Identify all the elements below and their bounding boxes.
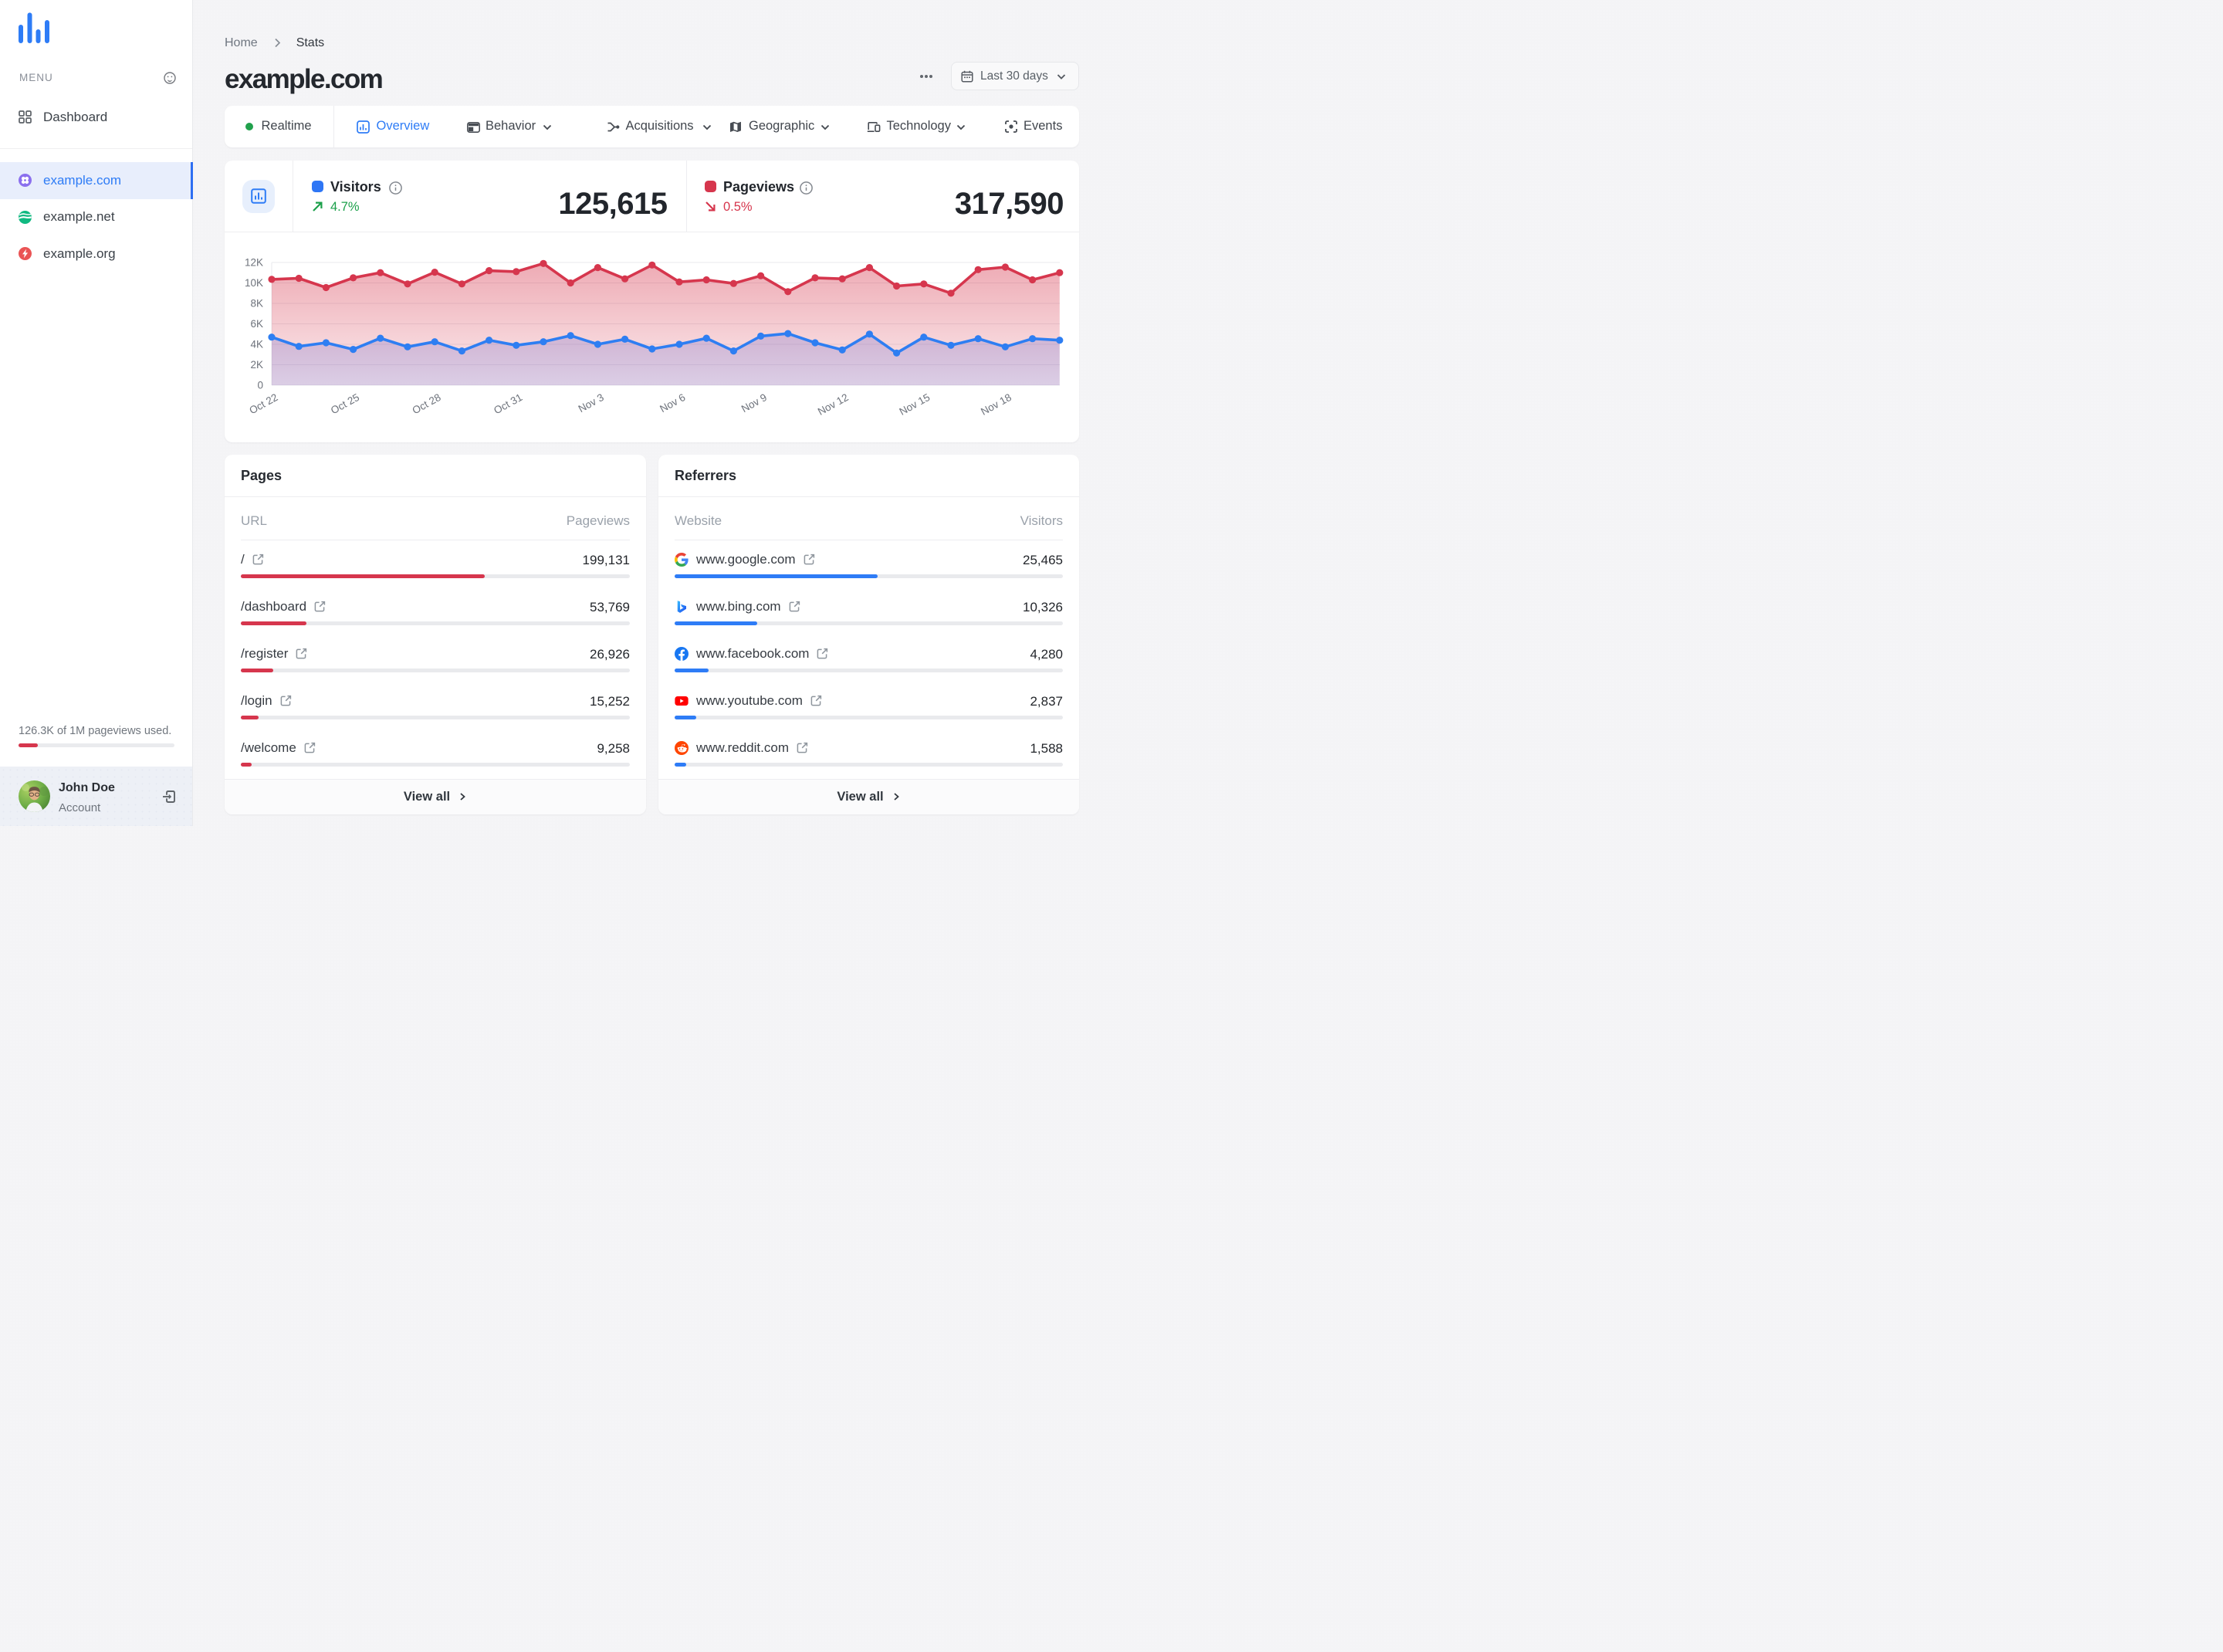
svg-text:6K: 6K xyxy=(250,318,263,330)
svg-text:Nov 9: Nov 9 xyxy=(739,391,769,415)
svg-text:Nov 6: Nov 6 xyxy=(658,391,687,415)
svg-text:Nov 15: Nov 15 xyxy=(898,391,932,418)
svg-text:Nov 12: Nov 12 xyxy=(816,391,851,418)
svg-text:8K: 8K xyxy=(250,297,263,309)
svg-text:Nov 18: Nov 18 xyxy=(979,391,1013,418)
svg-text:10K: 10K xyxy=(245,277,263,289)
svg-text:Oct 31: Oct 31 xyxy=(492,391,524,416)
svg-text:0: 0 xyxy=(257,379,263,391)
svg-text:2K: 2K xyxy=(250,359,263,371)
svg-text:Oct 22: Oct 22 xyxy=(247,391,279,416)
svg-text:4K: 4K xyxy=(250,338,263,350)
svg-text:12K: 12K xyxy=(245,256,263,268)
svg-text:Oct 28: Oct 28 xyxy=(411,391,443,416)
svg-text:Nov 3: Nov 3 xyxy=(577,391,606,415)
svg-text:Oct 25: Oct 25 xyxy=(329,391,361,416)
